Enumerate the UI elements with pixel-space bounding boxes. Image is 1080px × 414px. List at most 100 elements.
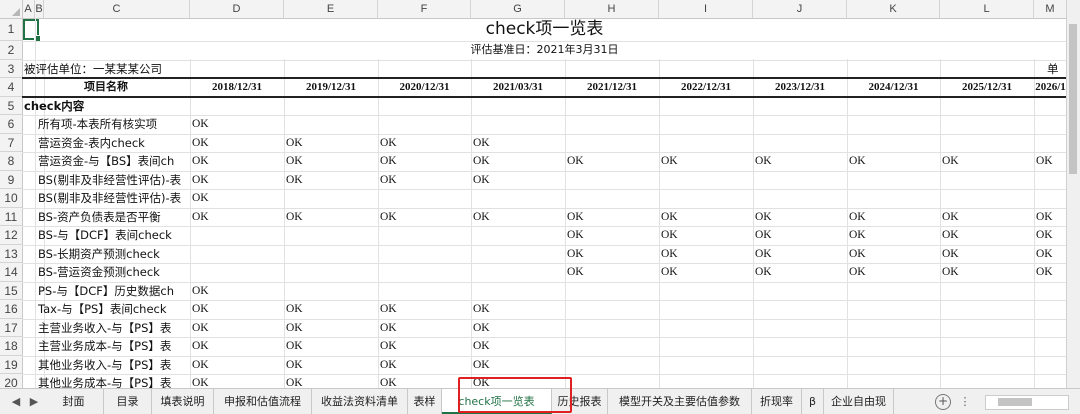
column-header-d[interactable]: D bbox=[190, 0, 284, 18]
sheet-tab[interactable]: 表样 bbox=[408, 389, 442, 414]
item-name-header: 项目名称 bbox=[84, 80, 128, 93]
check-status-cell: OK bbox=[567, 247, 584, 260]
unit-label-right: 单 bbox=[1047, 61, 1059, 76]
check-status-cell: OK bbox=[849, 210, 866, 223]
row-header-15[interactable]: 15 bbox=[0, 282, 22, 300]
sheet-tab[interactable]: 收益法资料清单 bbox=[312, 389, 408, 414]
check-status-cell: OK bbox=[661, 247, 678, 260]
date-header-1: 2019/12/31 bbox=[305, 81, 357, 93]
check-status-cell: OK bbox=[849, 266, 866, 278]
row-header-16[interactable]: 16 bbox=[0, 300, 22, 319]
selected-cell[interactable] bbox=[23, 19, 41, 42]
sheet-tab[interactable]: 目录 bbox=[104, 389, 152, 414]
check-status-cell: OK bbox=[380, 321, 397, 334]
sheet-tab[interactable]: 申报和估值流程 bbox=[214, 389, 312, 414]
check-status-cell: OK bbox=[473, 136, 490, 149]
check-status-cell: OK bbox=[286, 173, 303, 186]
date-header-0: 2018/12/31 bbox=[211, 81, 263, 93]
row-header-8[interactable]: 8 bbox=[0, 152, 22, 171]
column-header-l[interactable]: L bbox=[940, 0, 1034, 18]
horizontal-scrollbar[interactable] bbox=[985, 395, 1069, 410]
row-header-13[interactable]: 13 bbox=[0, 245, 22, 263]
vertical-scrollbar[interactable] bbox=[1066, 0, 1080, 388]
row-header-17[interactable]: 17 bbox=[0, 319, 22, 337]
row-header-12[interactable]: 12 bbox=[0, 226, 22, 245]
check-status-cell: OK bbox=[286, 321, 303, 334]
column-header-g[interactable]: G bbox=[471, 0, 565, 18]
column-header-a[interactable]: A bbox=[22, 0, 35, 18]
row-header-11[interactable]: 11 bbox=[0, 208, 22, 226]
sheet-tab[interactable]: 折现率 bbox=[752, 389, 802, 414]
sheet-tab[interactable]: 企业自由现 bbox=[824, 389, 894, 414]
check-item-name: BS-长期资产预测check bbox=[38, 246, 160, 261]
row-header-1[interactable]: 1 bbox=[0, 18, 22, 41]
cell-grid[interactable]: check项一览表 评估基准日：2021年3月31日 被评估单位：一某某某公司 单… bbox=[22, 18, 1067, 388]
check-status-cell: OK bbox=[192, 210, 209, 223]
check-status-cell: OK bbox=[473, 358, 490, 371]
column-header-b[interactable]: B bbox=[35, 0, 44, 18]
check-status-cell: OK bbox=[1036, 210, 1053, 223]
row-header-7[interactable]: 7 bbox=[0, 134, 22, 152]
column-header-j[interactable]: J bbox=[753, 0, 847, 18]
column-header-c[interactable]: C bbox=[44, 0, 190, 18]
check-status-cell: OK bbox=[380, 303, 397, 315]
column-header-h[interactable]: H bbox=[565, 0, 659, 18]
sheet-tab[interactable]: 模型开关及主要估值参数 bbox=[608, 389, 752, 414]
check-status-cell: OK bbox=[192, 321, 209, 334]
gridline-vertical bbox=[1034, 59, 1035, 388]
add-sheet-icon[interactable]: + bbox=[935, 394, 951, 410]
row-header-10[interactable]: 10 bbox=[0, 189, 22, 208]
check-item-name: 主营业务收入-与【PS】表 bbox=[38, 320, 172, 335]
select-all-corner[interactable] bbox=[0, 0, 23, 19]
check-status-cell: OK bbox=[380, 358, 397, 371]
section-label: check内容 bbox=[24, 98, 85, 113]
sheet-title: check项一览表 bbox=[485, 19, 604, 39]
spreadsheet[interactable]: ABCDEFGHIJKLM 1 2 3 4 5 6 7 8 9 10 11 12 13 14 15 16 17 1… bbox=[0, 0, 1080, 414]
check-item-name: BS-营运资金预测check bbox=[38, 265, 160, 279]
row-header-4[interactable]: 4 bbox=[0, 78, 22, 97]
column-header-k[interactable]: K bbox=[847, 0, 940, 18]
check-status-cell: OK bbox=[1036, 266, 1053, 278]
row-header-9[interactable]: 9 bbox=[0, 171, 22, 189]
check-status-cell: OK bbox=[849, 229, 866, 241]
horizontal-scroll-thumb[interactable] bbox=[998, 398, 1032, 406]
prev-sheet-icon[interactable]: ◀ bbox=[8, 389, 24, 414]
column-header-f[interactable]: F bbox=[378, 0, 471, 18]
column-header-i[interactable]: I bbox=[659, 0, 753, 18]
row-header-3[interactable]: 3 bbox=[0, 60, 22, 78]
check-status-cell: OK bbox=[192, 358, 209, 371]
check-status-cell: OK bbox=[286, 155, 303, 167]
date-header-2: 2020/12/31 bbox=[399, 81, 450, 93]
check-status-cell: OK bbox=[380, 340, 397, 352]
sheet-tab[interactable]: 填表说明 bbox=[152, 389, 214, 414]
check-status-cell: OK bbox=[286, 303, 303, 315]
evaluated-unit-label: 被评估单位：一某某某公司 bbox=[24, 61, 162, 76]
check-status-cell: OK bbox=[192, 340, 209, 352]
row-header-18[interactable]: 18 bbox=[0, 337, 22, 356]
gridline-vertical bbox=[940, 59, 941, 388]
date-header-9: 2026/1 bbox=[1035, 81, 1066, 93]
check-item-name: BS-资产负债表是否平衡 bbox=[38, 209, 161, 224]
sheet-subtitle: 评估基准日：2021年3月31日 bbox=[470, 43, 619, 56]
check-status-cell: OK bbox=[755, 210, 772, 223]
check-item-name: BS(剔非及非经营性评估)-表 bbox=[38, 172, 182, 187]
row-header-bar: 1 2 3 4 5 6 7 8 9 10 11 12 13 14 15 16 17 18 19 20 bbox=[0, 18, 23, 393]
row-header-2[interactable]: 2 bbox=[0, 41, 22, 60]
check-status-cell: OK bbox=[755, 247, 772, 260]
gridline-vertical bbox=[753, 59, 754, 388]
gridline-vertical bbox=[190, 59, 191, 388]
column-header-e[interactable]: E bbox=[284, 0, 378, 18]
check-status-cell: OK bbox=[380, 210, 397, 223]
row-header-19[interactable]: 19 bbox=[0, 356, 22, 374]
sheet-tab[interactable]: 封面 bbox=[44, 389, 104, 414]
vertical-scroll-thumb[interactable] bbox=[1069, 24, 1077, 174]
sheet-tab[interactable]: β bbox=[802, 389, 824, 414]
gridline-vertical bbox=[471, 59, 472, 388]
row-header-5[interactable]: 5 bbox=[0, 97, 22, 115]
check-status-cell: OK bbox=[661, 266, 678, 278]
more-options-icon[interactable]: ⋮ bbox=[958, 389, 972, 414]
row-header-6[interactable]: 6 bbox=[0, 115, 22, 134]
row-header-14[interactable]: 14 bbox=[0, 263, 22, 282]
column-header-m[interactable]: M bbox=[1034, 0, 1067, 18]
next-sheet-icon[interactable]: ▶ bbox=[26, 389, 42, 414]
